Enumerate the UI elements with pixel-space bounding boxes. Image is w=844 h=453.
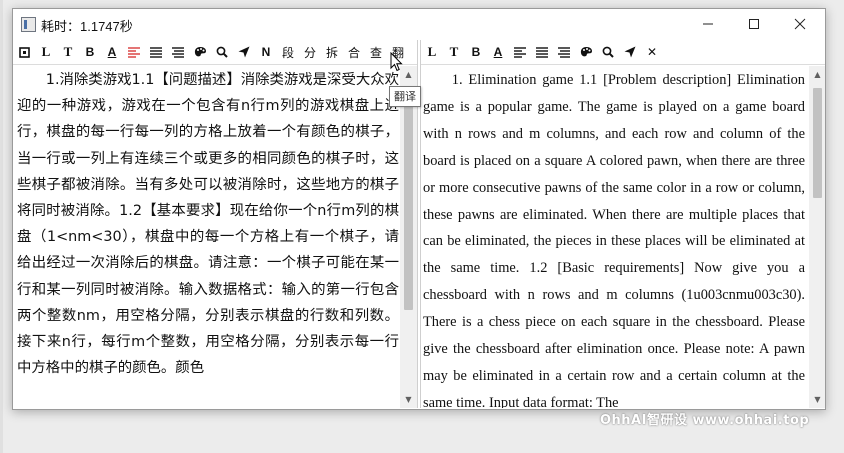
source-scroll-thumb[interactable] — [404, 88, 413, 310]
merge-button[interactable]: 合 — [345, 44, 363, 60]
minimize-icon — [703, 23, 713, 25]
text-t-icon[interactable]: T — [59, 44, 77, 60]
desktop-edge — [0, 0, 3, 453]
close-icon[interactable]: ✕ — [643, 44, 661, 60]
scroll-down-icon[interactable]: ▼ — [809, 391, 825, 408]
align-justify-icon[interactable] — [147, 44, 165, 60]
watermark: OhhAI智研设 www.ohhai.top — [600, 413, 810, 428]
translation-scrollbar[interactable]: ▲ ▼ — [809, 66, 825, 408]
palette-icon[interactable] — [191, 44, 209, 60]
source-toolbar: L T B A N 段 分 拆 合 查 翻 — [13, 40, 417, 65]
break-button[interactable]: 拆 — [323, 44, 341, 60]
align-red-icon[interactable] — [125, 44, 143, 60]
translation-panel: L T B A ✕ 1. Elimination game 1.1 [Probl… — [420, 40, 825, 408]
close-icon — [794, 18, 806, 30]
scroll-up-icon[interactable]: ▲ — [809, 66, 825, 83]
translation-toolbar: L T B A ✕ — [421, 40, 825, 65]
split-button[interactable]: 分 — [301, 44, 319, 60]
search-icon[interactable] — [213, 44, 231, 60]
app-icon — [21, 17, 36, 32]
source-scrollbar[interactable]: ▲ ▼ — [400, 66, 417, 408]
maximize-icon — [749, 19, 759, 29]
translation-text: 1. Elimination game 1.1 [Problem descrip… — [423, 72, 805, 408]
source-text-area[interactable]: 1.消除类游戏1.1【问题描述】消除类游戏是深受大众欢迎的一种游戏，游戏在一个包… — [13, 66, 399, 408]
n-icon[interactable]: N — [257, 44, 275, 60]
maximize-button[interactable] — [731, 9, 777, 39]
search-icon[interactable] — [599, 44, 617, 60]
text-l-icon[interactable]: L — [37, 44, 55, 60]
scroll-down-icon[interactable]: ▼ — [400, 391, 417, 408]
frame-icon[interactable] — [15, 44, 33, 60]
title-bar: 耗时：1.1747秒 — [13, 9, 825, 39]
text-l-icon[interactable]: L — [423, 44, 441, 60]
palette-icon[interactable] — [577, 44, 595, 60]
translate-tooltip: 翻译 — [389, 86, 421, 107]
window-title: 耗时：1.1747秒 — [41, 19, 133, 34]
align-justify-2-icon[interactable] — [533, 44, 551, 60]
translation-scroll-thumb[interactable] — [813, 88, 822, 198]
underline-a-icon[interactable]: A — [489, 44, 507, 60]
check-button[interactable]: 查 — [367, 44, 385, 60]
minimize-button[interactable] — [685, 9, 731, 39]
source-text: 1.消除类游戏1.1【问题描述】消除类游戏是深受大众欢迎的一种游戏，游戏在一个包… — [17, 72, 399, 377]
translation-text-area[interactable]: 1. Elimination game 1.1 [Problem descrip… — [421, 66, 809, 408]
text-t-icon[interactable]: T — [445, 44, 463, 60]
bold-icon[interactable]: B — [81, 44, 99, 60]
paragraph-button[interactable]: 段 — [279, 44, 297, 60]
app-window: 耗时：1.1747秒 L T B A N 段 分 拆 合 查 翻 1.消除类游戏… — [12, 8, 826, 410]
close-window-button[interactable] — [777, 9, 823, 39]
align-justify-icon[interactable] — [511, 44, 529, 60]
source-panel: L T B A N 段 分 拆 合 查 翻 1.消除类游戏1.1【问题描述】消除… — [13, 40, 418, 408]
send-icon[interactable] — [621, 44, 639, 60]
send-icon[interactable] — [235, 44, 253, 60]
bold-icon[interactable]: B — [467, 44, 485, 60]
underline-a-icon[interactable]: A — [103, 44, 121, 60]
align-left-icon[interactable] — [555, 44, 573, 60]
align-left-icon[interactable] — [169, 44, 187, 60]
mouse-cursor-icon — [390, 52, 403, 72]
